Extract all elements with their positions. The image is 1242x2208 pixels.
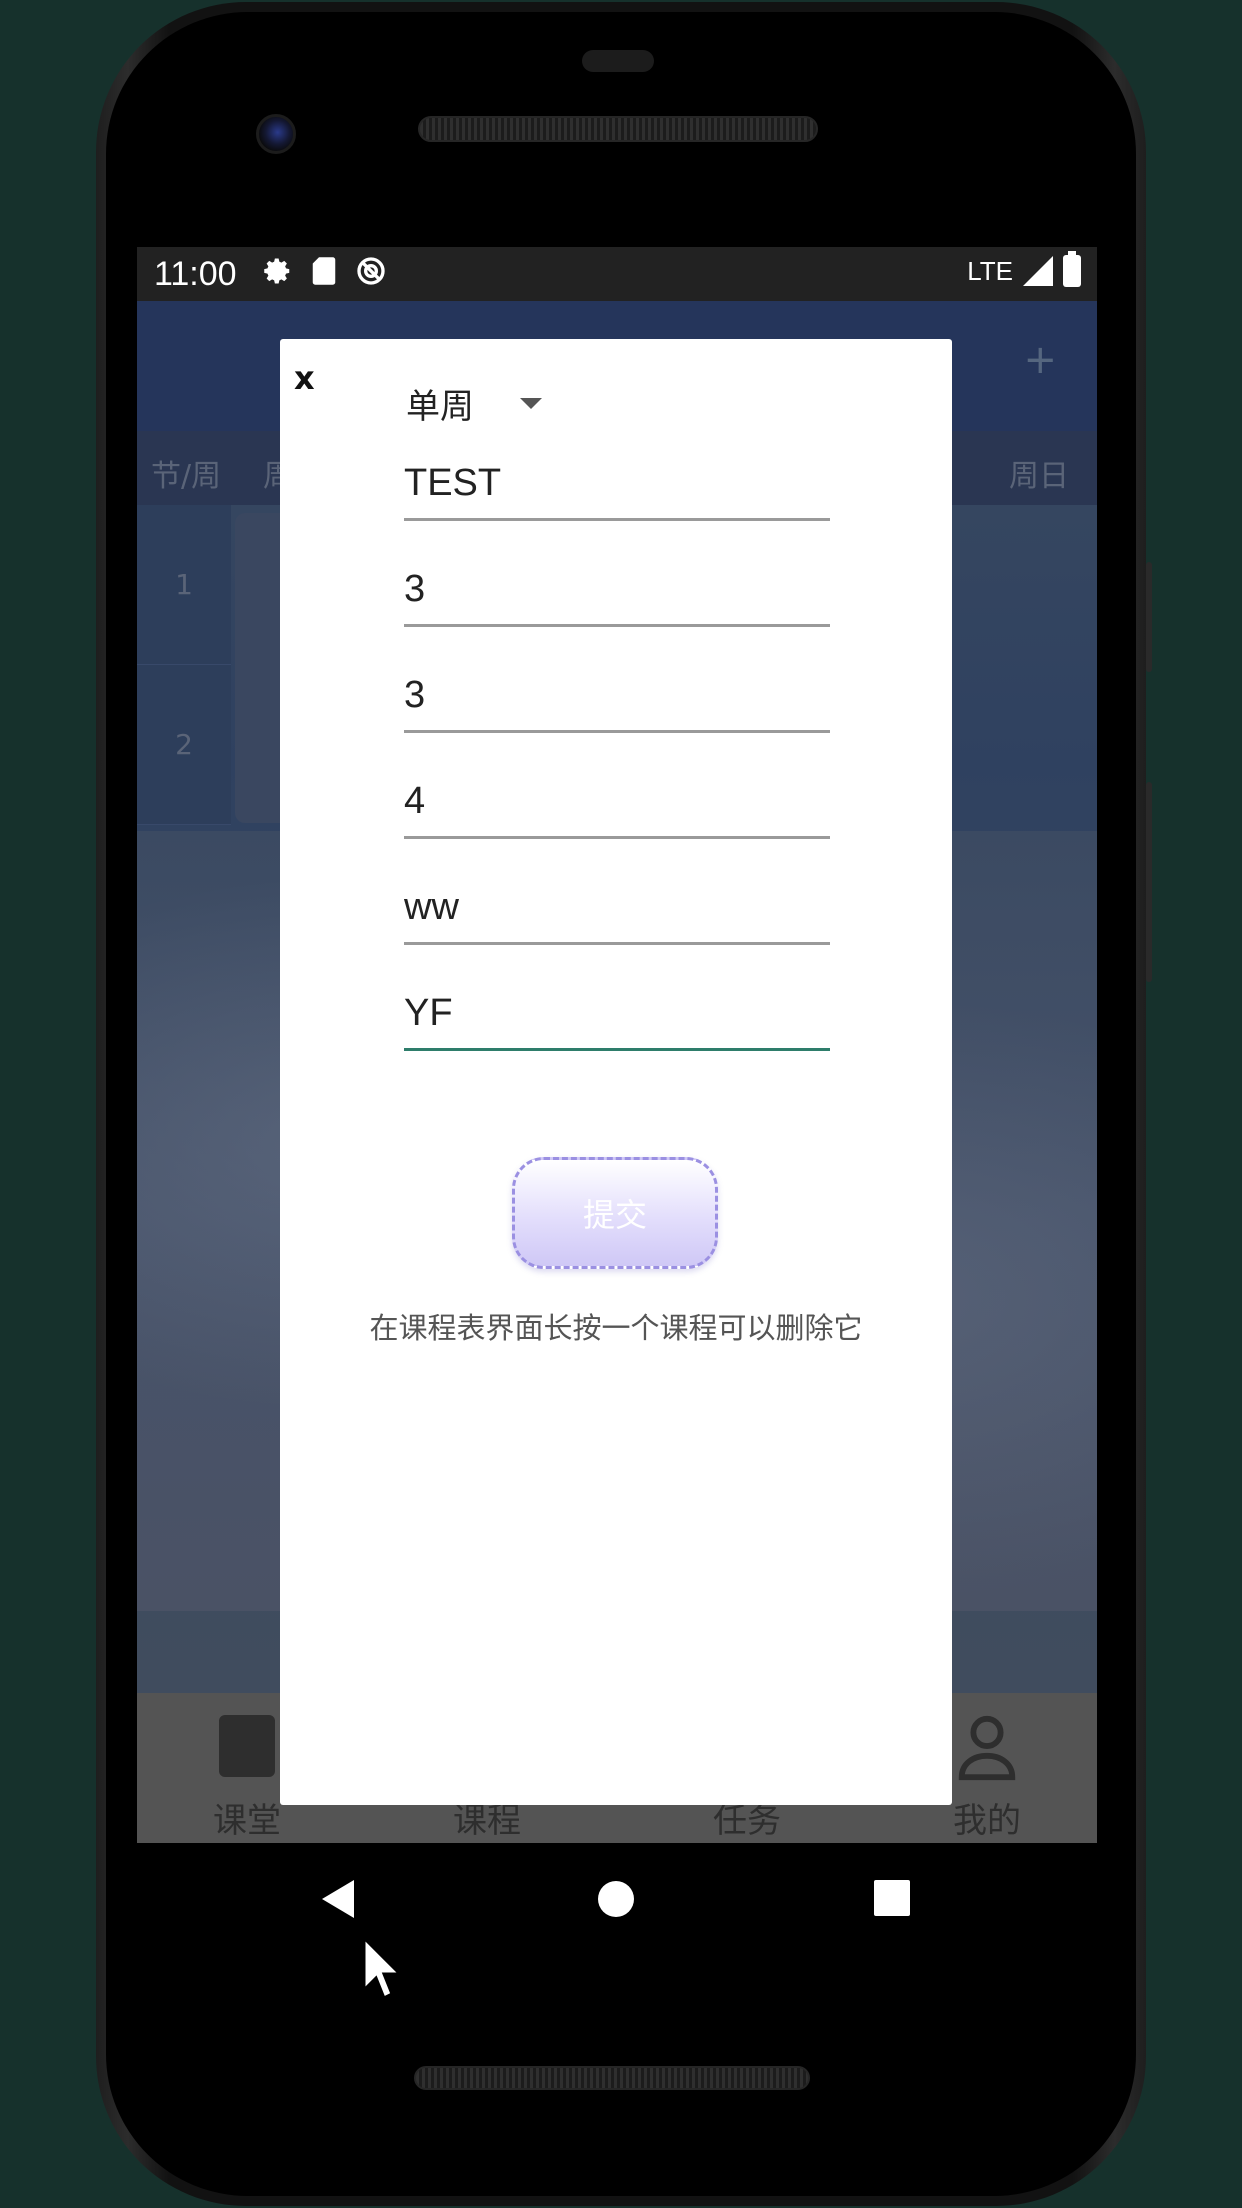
week-header-period: 节/周: [151, 459, 222, 494]
home-icon[interactable]: [598, 1881, 634, 1917]
settings-icon: [264, 258, 290, 284]
volume-button: [1146, 782, 1152, 982]
status-icons-right: LTE: [967, 251, 1081, 287]
status-bar: 11:00 LTE: [137, 247, 1097, 301]
battery-icon: [1063, 251, 1081, 287]
week-type-value: 单周: [406, 386, 474, 427]
recent-apps-icon[interactable]: [874, 1880, 910, 1916]
submit-button[interactable]: 提交: [512, 1157, 718, 1269]
close-button[interactable]: x: [294, 359, 315, 397]
add-course-icon: +: [1023, 337, 1057, 383]
course-name-field[interactable]: [404, 457, 830, 521]
period-2: 2: [137, 665, 231, 825]
front-camera: [256, 114, 296, 154]
add-course-dialog: x 单周 提交 在课程表界面长按一个课程可以删除它: [280, 339, 952, 1805]
chevron-down-icon: [520, 397, 542, 409]
top-speaker: [418, 116, 818, 142]
period-1: 1: [137, 505, 231, 665]
back-icon[interactable]: [322, 1880, 354, 1918]
delete-hint: 在课程表界面长按一个课程可以删除它: [369, 1311, 863, 1345]
start-period-field[interactable]: [404, 669, 830, 733]
status-icons-left: [263, 255, 387, 287]
signal-icon: [1023, 256, 1053, 286]
weekday-field[interactable]: [404, 563, 830, 627]
week-type-dropdown[interactable]: 单周: [406, 375, 596, 431]
period-column: 1 2: [137, 505, 231, 825]
earpiece-top: [582, 50, 654, 72]
person-icon: [958, 1715, 1016, 1781]
screen: 11:00 LTE + 节/周 周 周日 1 2 课堂 课程 任务 我的 x 单…: [137, 247, 1097, 1843]
power-button: [1146, 562, 1152, 672]
end-period-field[interactable]: [404, 775, 830, 839]
teacher-field[interactable]: [404, 881, 830, 945]
sync-icon: [357, 257, 385, 285]
sd-card-icon: [312, 257, 336, 285]
mouse-cursor-icon: [362, 1934, 404, 2001]
week-header-sunday: 周日: [1009, 459, 1069, 494]
classroom-field[interactable]: [404, 987, 830, 1051]
clipboard-icon: [219, 1715, 275, 1777]
bottom-speaker: [414, 2066, 810, 2090]
network-label: LTE: [967, 255, 1013, 286]
status-time: 11:00: [154, 255, 237, 293]
